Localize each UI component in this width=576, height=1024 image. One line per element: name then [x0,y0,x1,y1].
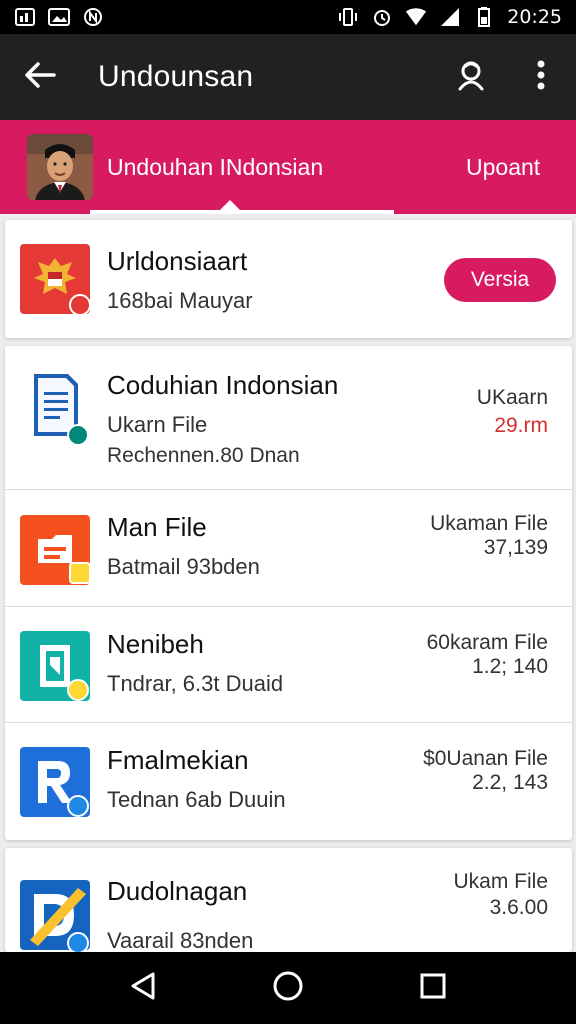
nav-recents-button[interactable] [403,958,463,1018]
file-detail: Rechennen.80 Dnan [107,444,300,467]
alarm-icon [371,7,393,27]
check-badge-icon [67,795,89,817]
file-size: 29.rm [494,414,548,437]
nav-back-button[interactable] [113,958,173,1018]
photo-icon [48,7,70,27]
recents-square-icon [419,972,447,1005]
file-subtitle: Batmail 93bden [107,554,260,579]
nav-home-button[interactable] [258,958,318,1018]
featured-title: Urldonsiaart [107,246,248,276]
file-meta: Ukam File [453,870,548,893]
file-subtitle: Vaarail 83nden [107,928,254,952]
file-title: Nenibeh [107,629,204,659]
check-badge-icon [67,679,89,701]
tab-upoant[interactable]: Upoant [466,154,540,181]
wifi-icon [405,7,427,27]
file-subtitle: Tednan 6ab Duuin [107,787,286,812]
tab-indicator [90,210,394,214]
check-badge-icon [67,932,89,952]
version-button[interactable]: Versia [444,258,556,302]
file-meta: 60karam File [426,631,548,654]
navigation-bar [0,952,576,1024]
file-meta: UKaarn [476,386,548,409]
signal-icon [439,7,461,27]
more-vert-icon [536,59,546,96]
avatar[interactable] [27,134,93,200]
more-options-button[interactable] [506,34,576,120]
list-item[interactable]: Man File Batmail 93bden Ukaman File 37,1… [5,490,572,607]
file-size: 3.6.00 [489,896,548,919]
featured-subtitle: 168bai Mauyar [107,288,253,313]
file-title: Dudolnagan [107,876,248,906]
page-title: Undounsan [98,60,254,93]
file-meta: Ukaman File [430,512,548,535]
file-subtitle: Ukarn File [107,412,208,437]
status-bar: 20:25 [0,0,576,34]
file-list-card: Coduhian Indonsian Ukarn File Rechennen.… [5,346,572,840]
status-time: 20:25 [507,6,562,28]
image-icon [14,7,36,27]
file-size: 37,139 [483,536,548,559]
file-title: Fmalmekian [107,745,249,775]
account-button[interactable] [436,34,506,120]
battery-icon [473,7,495,27]
tab-bar: Undouhan INdonsian Upoant [0,120,576,214]
account-icon [454,58,488,97]
tab-indicator-notch [218,200,242,212]
tab-main[interactable]: Undouhan INdonsian [107,154,323,181]
list-item[interactable]: Nenibeh Tndrar, 6.3t Duaid 60karam File … [5,607,572,723]
featured-card[interactable]: Urldonsiaart 168bai Mauyar Versia [5,220,572,338]
file-title: Man File [107,512,207,542]
status-badge [69,294,91,316]
check-badge-icon [67,424,89,446]
file-title: Coduhian Indonsian [107,370,339,400]
list-item[interactable]: Dudolnagan Vaarail 83nden Ukam File 3.6.… [5,848,572,952]
back-triangle-icon [129,971,157,1006]
file-subtitle: Tndrar, 6.3t Duaid [107,671,284,696]
arrow-back-icon [24,61,56,94]
app-bar: Undounsan [0,34,576,120]
file-size: 2.2, 143 [472,771,548,794]
star-badge-icon [69,562,91,584]
list-item-row[interactable]: Dudolnagan Vaarail 83nden Ukam File 3.6.… [5,848,572,952]
file-size: 1.2; 140 [472,655,548,678]
home-circle-icon [272,970,304,1007]
vibrate-icon [337,7,359,27]
list-item[interactable]: Fmalmekian Tednan 6ab Duuin $0Uanan File… [5,723,572,840]
n-icon [82,7,104,27]
featured-row[interactable]: Urldonsiaart 168bai Mauyar Versia [5,220,572,338]
file-meta: $0Uanan File [423,747,548,770]
back-button[interactable] [0,34,80,120]
list-item[interactable]: Coduhian Indonsian Ukarn File Rechennen.… [5,346,572,490]
